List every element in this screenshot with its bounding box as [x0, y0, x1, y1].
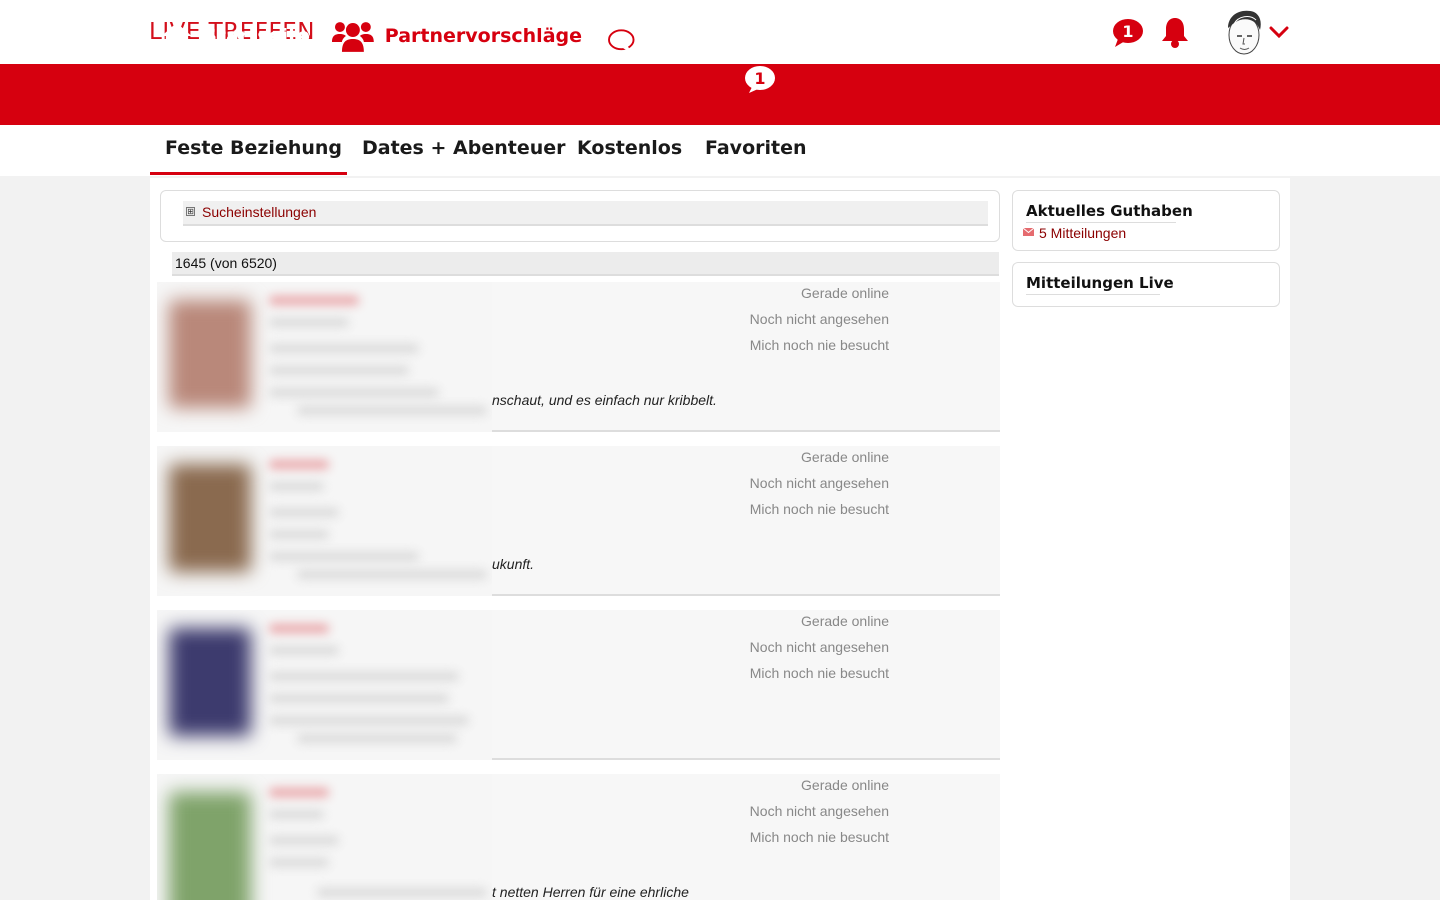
expand-icon[interactable]: ⊞ [186, 207, 195, 216]
message-count-badge: 1 [744, 65, 776, 93]
profile-quote: t netten Herren für eine ehrliche [492, 884, 689, 900]
nav-label: Partnervorschläge [384, 24, 582, 47]
profile-card[interactable]: Gerade online Noch nicht angesehen Mich … [157, 610, 1000, 760]
profile-quote: nschaut, und es einfach nur kribbelt. [492, 392, 717, 408]
credit-panel: Aktuelles Guthaben 5 Mitteilungen [1012, 190, 1280, 251]
profile-photo[interactable] [169, 300, 251, 408]
status-online: Gerade online [801, 613, 889, 629]
avatar[interactable] [1224, 8, 1264, 56]
users-icon [331, 21, 374, 52]
status-online: Gerade online [801, 285, 889, 301]
profile-card[interactable]: Gerade online Noch nicht angesehen Mich … [157, 446, 1000, 596]
chat-badge-icon[interactable]: 1 [1112, 18, 1144, 48]
status-viewed: Noch nicht angesehen [749, 639, 889, 655]
blurred-profile-preview [157, 282, 492, 432]
chat-bubbles-icon [593, 20, 635, 53]
divider [1026, 294, 1160, 295]
profile-card[interactable]: Gerade online Noch nicht angesehen Mich … [157, 282, 1000, 432]
status-visited: Mich noch nie besucht [749, 829, 889, 845]
blurred-profile-preview [157, 610, 492, 760]
profile-quote: ukunft. [492, 556, 535, 572]
tab-kostenlos[interactable]: Kostenlos [577, 137, 682, 159]
blurred-profile-preview [157, 446, 492, 596]
nav-label: Mein Profil [845, 24, 961, 47]
status-visited: Mich noch nie besucht [749, 337, 889, 353]
profile-photo[interactable] [169, 628, 251, 736]
nav-label: Mitteilungen [645, 24, 782, 47]
bell-icon[interactable] [1160, 16, 1190, 48]
status-visited: Mich noch nie besucht [749, 501, 889, 517]
user-icon [804, 18, 834, 53]
chevron-down-icon[interactable] [1269, 24, 1289, 40]
profile-card[interactable]: Gerade online Noch nicht angesehen Mich … [157, 774, 1000, 900]
svg-text:1: 1 [754, 69, 765, 88]
blurred-profile-preview [157, 774, 492, 900]
nav-partnervorschlaege[interactable]: Partnervorschläge [319, 10, 582, 61]
nav-label: Startseite [203, 24, 310, 47]
status-online: Gerade online [801, 449, 889, 465]
nav-mein-profil[interactable]: Mein Profil [803, 10, 963, 61]
result-count-bar [172, 252, 999, 276]
status-visited: Mich noch nie besucht [749, 665, 889, 681]
status-viewed: Noch nicht angesehen [749, 803, 889, 819]
status-viewed: Noch nicht angesehen [749, 475, 889, 491]
chat-count: 1 [1122, 22, 1133, 41]
home-icon [161, 22, 192, 49]
mail-icon [1023, 228, 1034, 236]
sub-nav: Feste Beziehung Dates + Abenteuer Kosten… [0, 125, 1440, 176]
live-messages-panel: Mitteilungen Live [1012, 262, 1280, 307]
nav-startseite[interactable]: Startseite [160, 10, 310, 61]
credit-messages-link[interactable]: 5 Mitteilungen [1039, 225, 1126, 241]
status-online: Gerade online [801, 777, 889, 793]
search-settings-link[interactable]: Sucheinstellungen [202, 204, 316, 220]
credit-title: Aktuelles Guthaben [1026, 202, 1193, 220]
live-messages-title[interactable]: Mitteilungen Live [1026, 274, 1174, 292]
result-count: 1645 (von 6520) [175, 255, 277, 271]
active-tab-indicator [150, 172, 347, 175]
divider [1026, 222, 1176, 223]
profile-photo[interactable] [169, 792, 251, 900]
main-nav [0, 64, 1440, 125]
status-viewed: Noch nicht angesehen [749, 311, 889, 327]
tab-favoriten[interactable]: Favoriten [705, 137, 807, 159]
profile-photo[interactable] [169, 464, 251, 572]
nav-mitteilungen[interactable]: Mitteilungen [592, 10, 782, 61]
tab-dates-abenteuer[interactable]: Dates + Abenteuer [362, 137, 566, 159]
tab-feste-beziehung[interactable]: Feste Beziehung [165, 137, 342, 159]
